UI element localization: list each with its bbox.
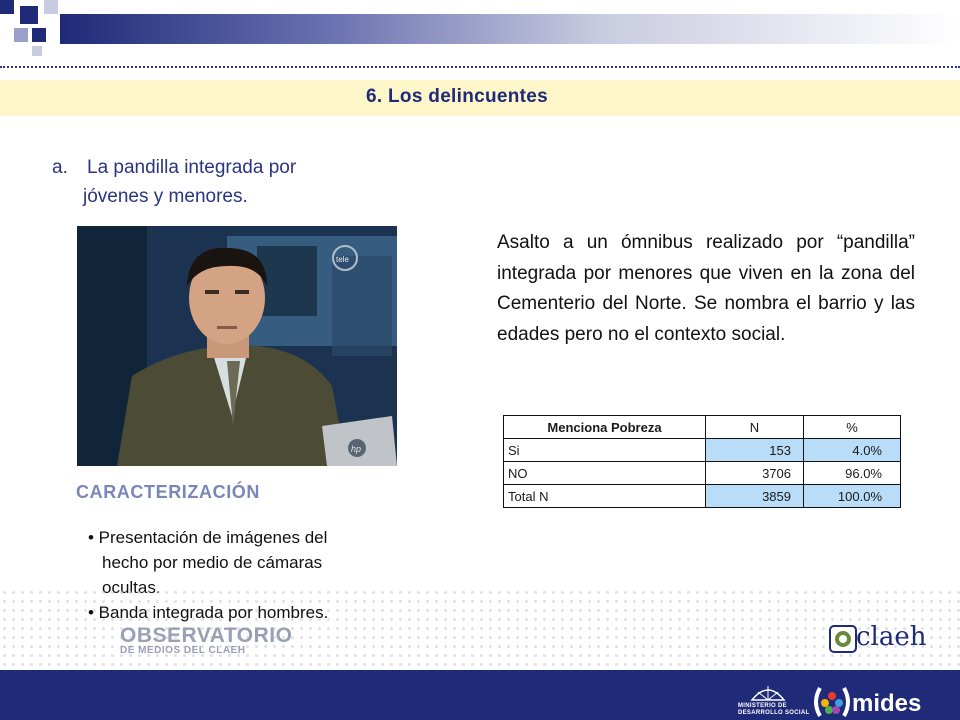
subtitle-line-1: La pandilla integrada por: [87, 157, 297, 178]
table-cell-label: Total N: [503, 484, 706, 508]
table-row: NO 3706 96.0%: [503, 461, 901, 485]
description-paragraph: Asalto a un ómnibus realizado por “pandi…: [497, 232, 915, 345]
table-cell-n: 3859: [705, 484, 804, 508]
table-header-row: Menciona Pobreza N %: [503, 415, 901, 439]
header-gradient-bar: [60, 14, 960, 44]
bullet-2: • Banda integrada por hombres.: [88, 603, 329, 622]
table-header-cell: %: [803, 415, 901, 439]
header-dotted-rule: [0, 66, 960, 68]
ministry-line-1: MINISTERIO DE: [738, 703, 787, 709]
table-cell-pct: 4.0%: [803, 438, 901, 462]
laptop-logo: hp: [351, 444, 361, 454]
table-cell-label: Si: [503, 438, 706, 462]
table-row: Si 153 4.0%: [503, 438, 901, 462]
table-cell-n: 153: [705, 438, 804, 462]
news-anchor-photo: hp tele: [77, 226, 397, 466]
table-header-cell: Menciona Pobreza: [503, 415, 706, 439]
subtitle-line-2: jóvenes y menores.: [83, 186, 248, 207]
table-header-cell: N: [705, 415, 804, 439]
section-title: 6. Los delincuentes: [366, 86, 549, 107]
subtitle-letter: a.: [52, 157, 68, 178]
claeh-logo-text: claeh: [856, 622, 927, 652]
table-cell-pct: 100.0%: [803, 484, 901, 508]
ministry-line-2: DESARROLLO SOCIAL: [738, 710, 810, 716]
mides-logo-text: mides: [852, 690, 922, 717]
mides-logo-icon: [814, 687, 850, 717]
caracterizacion-title: CARACTERIZACIÓN: [76, 482, 260, 502]
observatorio-logo-subtext: DE MEDIOS DEL CLAEH: [120, 645, 246, 656]
table-cell-label: NO: [503, 461, 706, 485]
ministry-seal-icon: [750, 686, 786, 701]
poverty-mention-table: Menciona Pobreza N % Si 153 4.0% NO 3706…: [503, 415, 901, 508]
bullet-1-line-2: hecho por medio de cámaras: [102, 553, 323, 572]
table-row: Total N 3859 100.0%: [503, 484, 901, 508]
bullet-1-line-1: • Presentación de imágenes del: [88, 528, 328, 547]
channel-logo: tele: [336, 255, 349, 264]
table-cell-n: 3706: [705, 461, 804, 485]
table-cell-pct: 96.0%: [803, 461, 901, 485]
claeh-logo-icon: [829, 625, 857, 653]
